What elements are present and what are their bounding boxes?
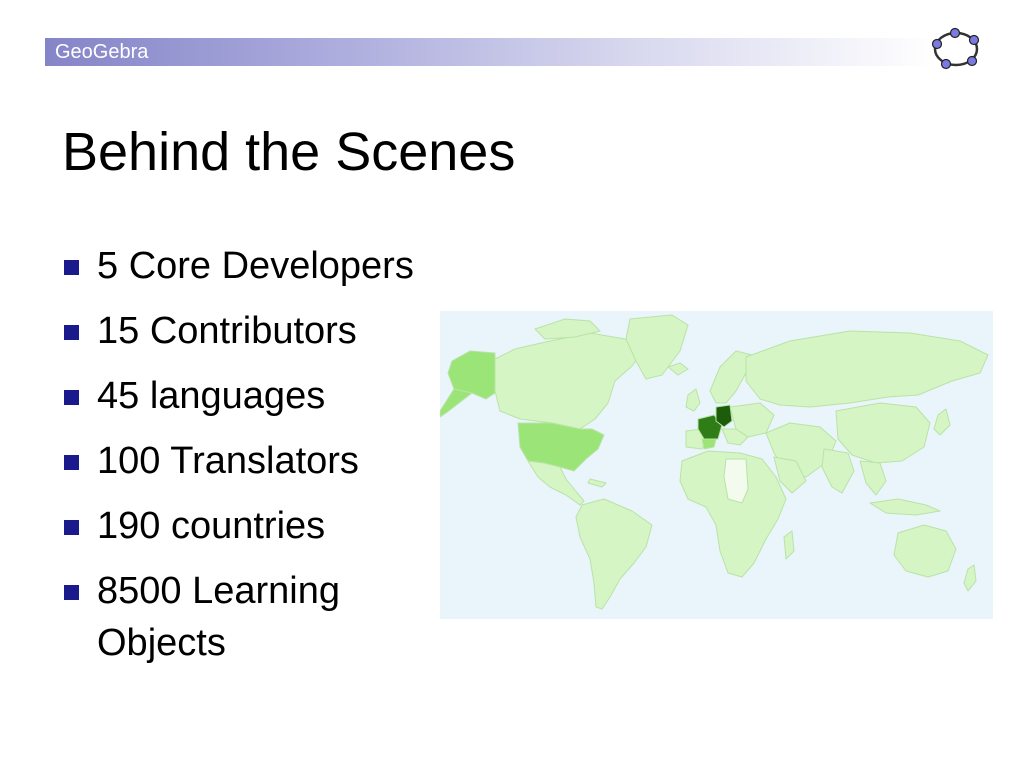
map-region-china	[835, 402, 931, 464]
map-region-sahara	[723, 458, 749, 504]
map-region-india	[821, 448, 855, 494]
bullet-text: 15 Contributors	[97, 310, 357, 352]
map-region-australia	[893, 524, 957, 578]
map-region-new-zealand	[963, 564, 977, 592]
bullet-item-translators: 100 Translators	[62, 435, 477, 487]
bullet-item-countries: 190 countries	[62, 500, 477, 552]
map-region-southeast-asia	[859, 460, 887, 496]
header-bar: GeoGebra	[45, 38, 935, 66]
map-region-alaska-peninsula	[440, 388, 473, 418]
bullet-item-developers: 5 Core Developers	[62, 240, 477, 292]
bullet-item-languages: 45 languages	[62, 370, 477, 422]
slide-title: Behind the Scenes	[62, 122, 516, 182]
map-region-japan	[933, 408, 951, 436]
bullet-item-contributors: 15 Contributors	[62, 305, 477, 357]
map-region-caribbean	[587, 478, 607, 488]
bullet-text: 5 Core Developers	[97, 245, 414, 287]
world-map	[440, 311, 993, 619]
map-region-spain	[701, 438, 717, 450]
world-map-graphic	[440, 314, 989, 610]
bullet-text: 45 languages	[97, 375, 326, 417]
square-bullet-icon	[64, 390, 79, 405]
header-brand-label: GeoGebra	[55, 41, 149, 63]
square-bullet-icon	[64, 260, 79, 275]
square-bullet-icon	[64, 455, 79, 470]
geogebra-logo-icon	[931, 27, 980, 70]
bullet-text: 8500 Learning Objects	[97, 570, 340, 664]
map-region-madagascar	[783, 530, 795, 560]
bullet-text: 190 countries	[97, 505, 326, 547]
square-bullet-icon	[64, 325, 79, 340]
map-region-iceland	[667, 362, 689, 376]
map-region-uk	[685, 388, 701, 412]
slide: GeoGebra Behind the Scenes 5 Core Develo…	[0, 0, 1024, 768]
map-region-canada	[494, 332, 646, 430]
map-region-south-america	[575, 498, 653, 610]
bullet-item-learning-objects: 8500 Learning Objects	[62, 565, 477, 669]
map-region-russia	[745, 330, 989, 408]
square-bullet-icon	[64, 520, 79, 535]
bullet-list: 5 Core Developers 15 Contributors 45 lan…	[62, 240, 477, 682]
bullet-text: 100 Translators	[97, 440, 359, 482]
map-region-indonesia	[869, 498, 941, 516]
square-bullet-icon	[64, 585, 79, 600]
